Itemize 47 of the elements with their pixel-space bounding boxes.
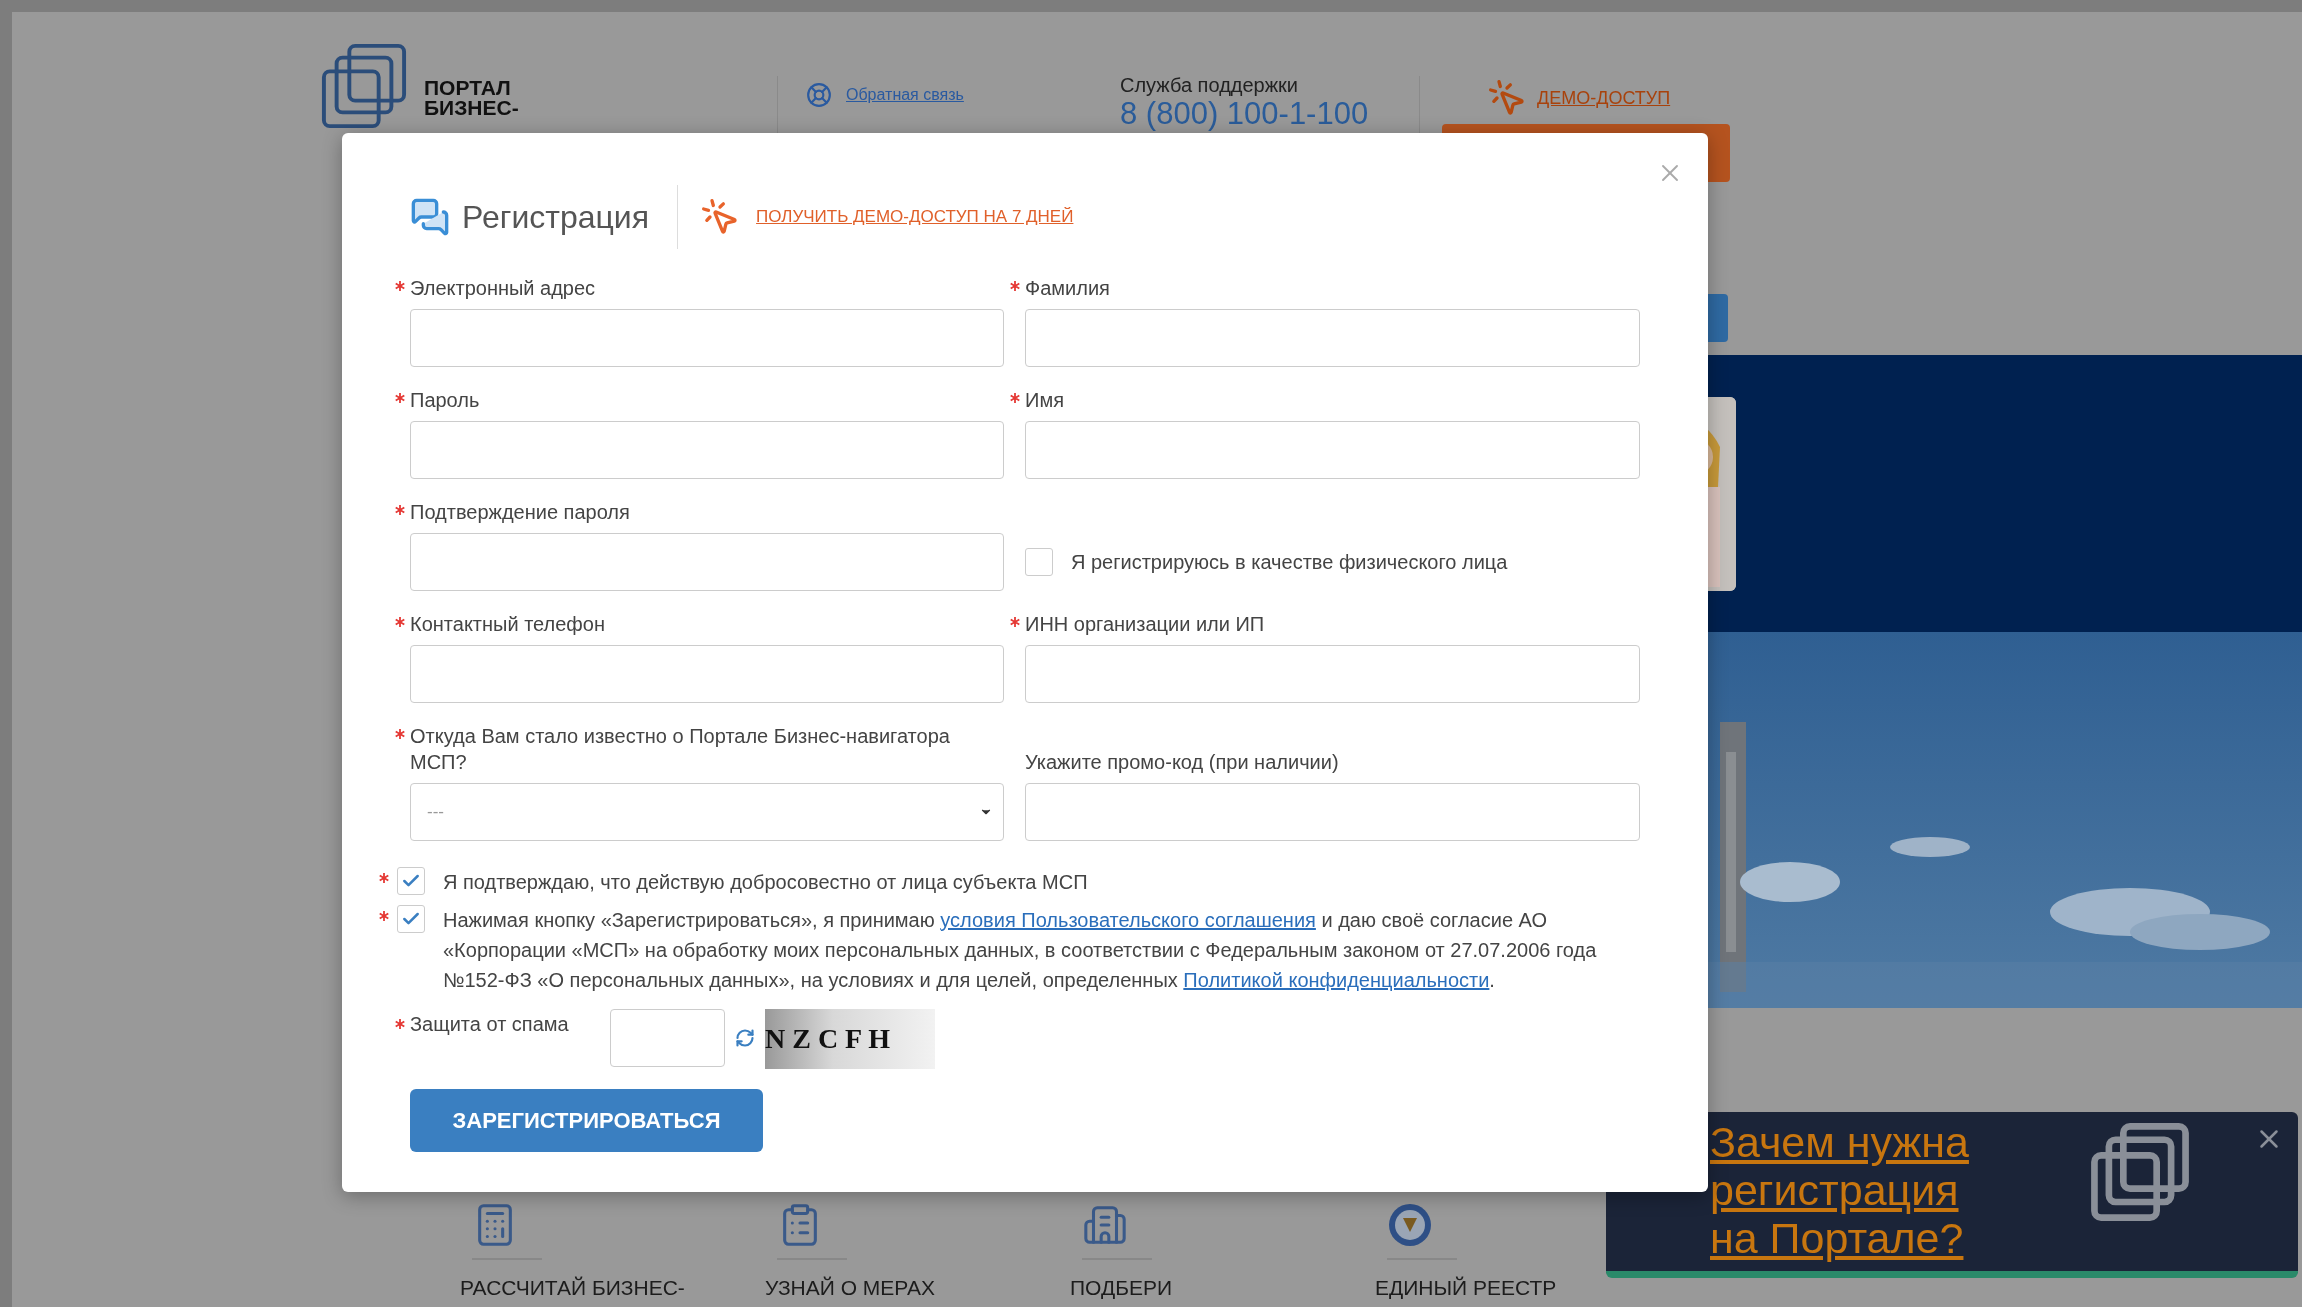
register-button[interactable]: ЗАРЕГИСТРИРОВАТЬСЯ [410, 1089, 763, 1152]
captcha-field[interactable] [610, 1009, 725, 1067]
field-label: Защита от спама [410, 1013, 569, 1036]
captcha-image: N Z C F H [765, 1009, 935, 1069]
popup-link[interactable]: Зачем нужна регистрация на Портале? [1710, 1118, 2000, 1262]
input-field[interactable] [410, 533, 1004, 591]
field-label: Электронный адрес [410, 276, 596, 301]
input-field[interactable] [1025, 421, 1640, 479]
field-label: Контактный телефон [410, 612, 605, 637]
input-field[interactable] [410, 309, 1004, 367]
logo-icon [320, 42, 408, 130]
input-field[interactable] [410, 421, 1004, 479]
agreement-link[interactable]: условия Пользовательского соглашения [940, 909, 1316, 931]
cursor-click-icon [1487, 78, 1527, 118]
tile-label[interactable]: ЕДИНЫЙ РЕЕСТР [1375, 1276, 1645, 1300]
stacked-squares-icon [2090, 1122, 2190, 1222]
tile-label[interactable]: УЗНАЙ О МЕРАХ [765, 1276, 1035, 1300]
support-label: Служба поддержки [1120, 74, 1300, 97]
dialog-title: Регистрация [462, 198, 650, 236]
input-field[interactable] [410, 645, 1004, 703]
tile-label[interactable]: ПОДБЕРИ [1070, 1276, 1340, 1300]
lifebuoy-icon [806, 82, 832, 108]
logo-text: ПОРТАЛ БИЗНЕС- [424, 75, 519, 118]
field-label: Укажите промо-код (при наличии) [1025, 750, 1339, 775]
chat-icon [410, 197, 450, 237]
demo-link[interactable]: ПОЛУЧИТЬ ДЕМО-ДОСТУП НА 7 ДНЕЙ [756, 207, 1074, 227]
agreement-link[interactable]: Политикой конфиденциальности [1183, 969, 1490, 991]
agreement-text: Я подтверждаю, что действую добросовестно от лица субъекта МСП [443, 870, 1088, 895]
field-label: Имя [1025, 388, 1064, 413]
field-label: ИНН организации или ИП [1025, 612, 1265, 637]
input-field[interactable] [1025, 309, 1640, 367]
agreement-text: Нажимая кнопку «Зарегистрироваться», я принимаю условия Пользовательского соглашения и даю своё согласие АО «Корпорации «МСП» на обработку моих персональных данных, в соответствии с Федеральным законом от 27.07.2006 года №152-ФЗ «О персональных данных», на условиях и для целей, определенных Политикой конфиденциальности. [443, 908, 1598, 993]
field-label: Подтверждение пароля [410, 500, 630, 525]
checkbox[interactable] [1025, 548, 1053, 576]
support-phone: 8 (800) 100-1-100 [1120, 97, 1370, 130]
checkbox-label: Я регистрируюсь в качестве физического лица [1071, 550, 1508, 574]
checkbox[interactable] [397, 867, 425, 895]
refresh-icon [735, 1028, 755, 1048]
input-field[interactable] [1025, 645, 1640, 703]
tile-label[interactable]: РАССЧИТАЙ БИЗНЕС- [460, 1276, 730, 1300]
input-field[interactable] [1025, 783, 1640, 841]
field-label: Фамилия [1025, 276, 1110, 301]
select-field[interactable]: --- [410, 783, 1004, 841]
checkbox[interactable] [397, 905, 425, 933]
field-label: Пароль [410, 388, 480, 413]
field-label: Откуда Вам стало известно о Портале Бизнес-навигатора МСП? [410, 724, 951, 775]
emblem-icon [1387, 1202, 1433, 1248]
